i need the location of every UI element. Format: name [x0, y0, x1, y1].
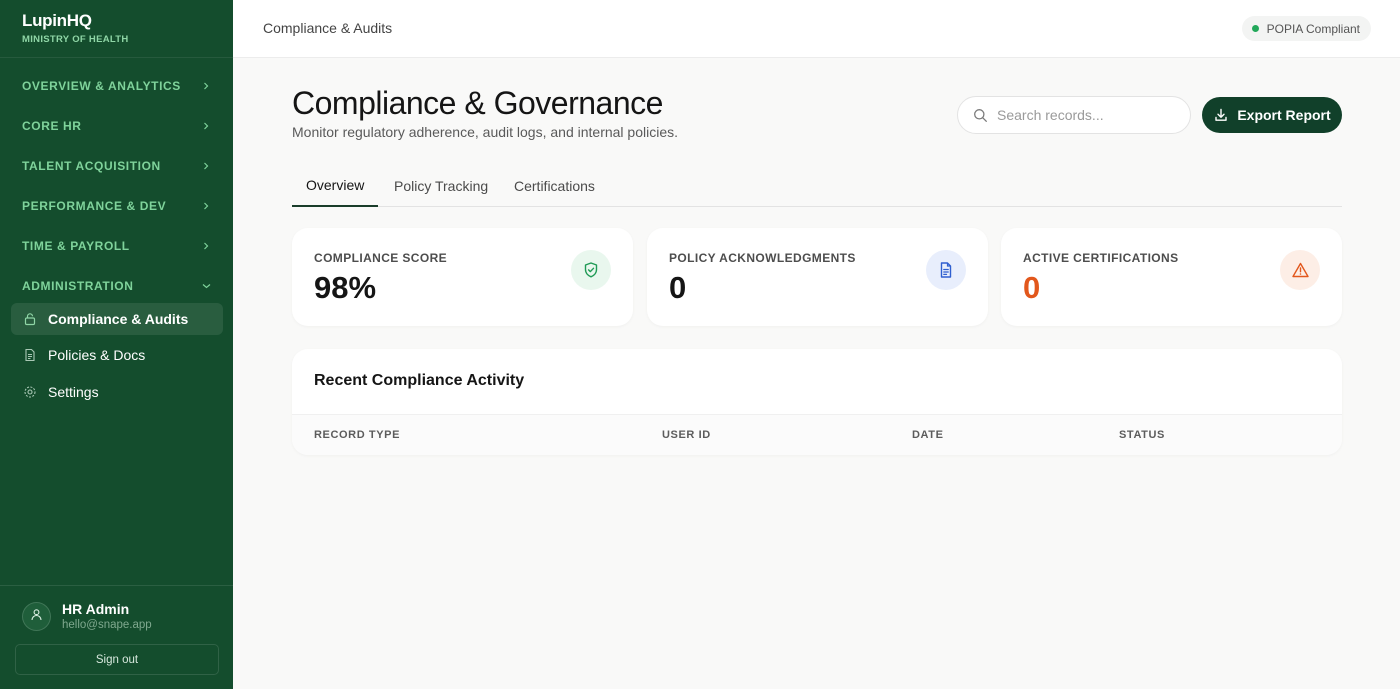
nav-section-core-hr[interactable]: CORE HR [22, 116, 212, 136]
column-header-date[interactable]: DATE [912, 429, 944, 441]
warning-icon [1280, 250, 1320, 290]
nav-section-time-payroll[interactable]: TIME & PAYROLL [22, 236, 212, 256]
breadcrumb: Compliance & Audits [263, 20, 393, 36]
stat-value: 0 [1023, 270, 1041, 305]
avatar[interactable] [22, 602, 51, 631]
nav-section-label: PERFORMANCE & DEV [22, 199, 167, 213]
export-report-label: Export Report [1237, 107, 1331, 123]
sign-out-button[interactable]: Sign out [15, 644, 219, 675]
brand-name: LupinHQ [22, 11, 92, 30]
page-title: Compliance & Governance [292, 85, 663, 121]
user-icon [30, 608, 43, 626]
page-subtitle: Monitor regulatory adherence, audit logs… [292, 124, 679, 140]
recent-activity-panel: Recent Compliance Activity RECORD TYPE U… [292, 349, 1342, 455]
chevron-right-icon [200, 80, 212, 92]
download-icon [1213, 107, 1229, 123]
nav-section-overview-analytics[interactable]: OVERVIEW & ANALYTICS [22, 76, 212, 96]
divider [0, 57, 233, 58]
document-icon [22, 347, 38, 363]
tab-bar: Overview Policy Tracking Certifications [292, 165, 1342, 207]
shield-check-icon [571, 250, 611, 290]
stat-card-policy-acknowledgments: POLICY ACKNOWLEDGMENTS 0 [647, 228, 988, 326]
brand-subtitle: MINISTRY OF HEALTH [22, 34, 129, 45]
sidebar-item-label: Policies & Docs [48, 347, 146, 363]
section-title: Recent Compliance Activity [314, 372, 525, 389]
nav-section-label: CORE HR [22, 119, 82, 133]
sidebar-item-label: Compliance & Audits [48, 311, 189, 327]
user-email: hello@snape.app [62, 619, 152, 631]
stat-card-compliance-score: COMPLIANCE SCORE 98% [292, 228, 633, 326]
table-header: RECORD TYPE USER ID DATE STATUS [292, 414, 1342, 455]
search-input[interactable] [997, 107, 1177, 123]
tab-overview[interactable]: Overview [292, 165, 379, 207]
column-header-record-type[interactable]: RECORD TYPE [314, 429, 400, 441]
nav-section-label: TIME & PAYROLL [22, 239, 130, 253]
lock-icon [22, 311, 38, 327]
chevron-right-icon [200, 200, 212, 212]
column-header-status[interactable]: STATUS [1119, 429, 1165, 441]
search-icon [972, 107, 988, 123]
chevron-right-icon [200, 120, 212, 132]
user-name: HR Admin [62, 601, 130, 617]
chevron-down-icon [200, 280, 212, 292]
status-dot [1251, 25, 1259, 32]
nav-section-talent-acquisition[interactable]: TALENT ACQUISITION [22, 156, 212, 176]
stat-label: COMPLIANCE SCORE [314, 251, 448, 265]
sidebar-item-label: Settings [48, 384, 99, 400]
status-badge: POPIA Compliant [1241, 16, 1371, 41]
stat-card-active-certifications: ACTIVE CERTIFICATIONS 0 [1001, 228, 1342, 326]
brand: LupinHQ MINISTRY OF HEALTH [22, 11, 129, 45]
nav-section-administration[interactable]: ADMINISTRATION [22, 276, 212, 296]
divider [0, 585, 233, 586]
chevron-right-icon [200, 160, 212, 172]
nav-section-label: OVERVIEW & ANALYTICS [22, 79, 181, 93]
export-report-button[interactable]: Export Report [1202, 97, 1342, 133]
column-header-user-id[interactable]: USER ID [662, 429, 711, 441]
stat-label: ACTIVE CERTIFICATIONS [1023, 251, 1179, 265]
nav-section-label: TALENT ACQUISITION [22, 159, 161, 173]
tab-policy-tracking[interactable]: Policy Tracking [394, 165, 488, 206]
sidebar: LupinHQ MINISTRY OF HEALTH OVERVIEW & AN… [0, 0, 233, 689]
top-bar: Compliance & Audits POPIA Compliant [233, 0, 1400, 58]
sidebar-item-settings[interactable]: Settings [11, 376, 223, 408]
tab-certifications[interactable]: Certifications [514, 165, 595, 206]
gear-icon [22, 384, 38, 400]
nav-section-performance-dev[interactable]: PERFORMANCE & DEV [22, 196, 212, 216]
search-box[interactable] [957, 96, 1191, 134]
sidebar-item-compliance-audits[interactable]: Compliance & Audits [11, 303, 223, 335]
sidebar-item-policies-docs[interactable]: Policies & Docs [11, 339, 223, 371]
stat-label: POLICY ACKNOWLEDGMENTS [669, 251, 856, 265]
stat-value: 0 [669, 270, 687, 305]
chevron-right-icon [200, 240, 212, 252]
document-icon [926, 250, 966, 290]
status-badge-label: POPIA Compliant [1266, 21, 1360, 36]
nav-section-label: ADMINISTRATION [22, 279, 134, 293]
stat-value: 98% [314, 270, 377, 305]
